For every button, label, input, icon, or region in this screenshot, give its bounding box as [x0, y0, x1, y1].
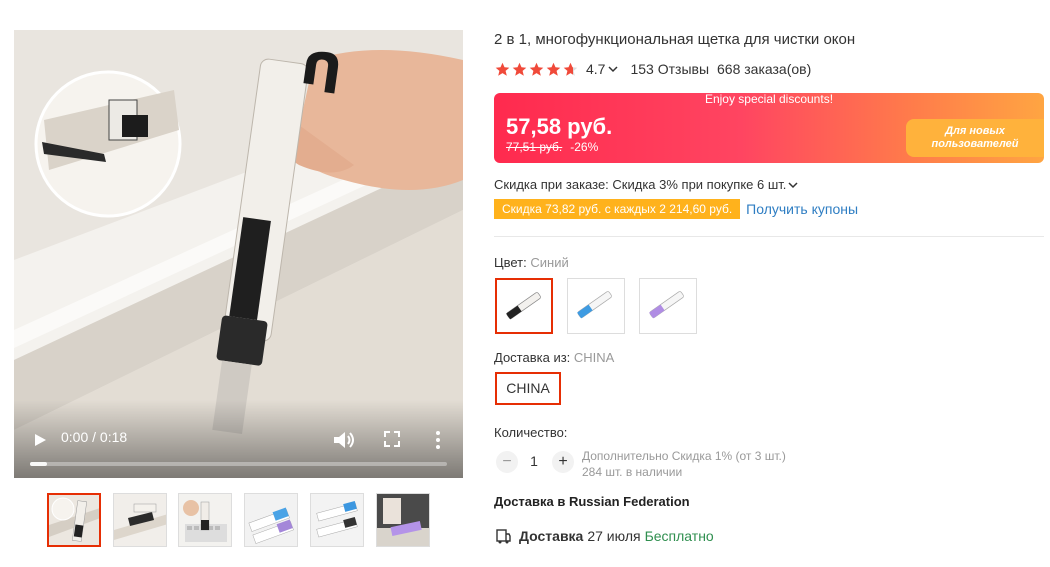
video-controls: 0:00 / 0:18: [14, 418, 463, 478]
old-price: 77,51 руб.: [506, 140, 563, 154]
color-label-text: Цвет:: [494, 255, 527, 270]
delivery-date: 27 июля: [587, 528, 641, 544]
get-coupons-link[interactable]: Получить купоны: [746, 201, 858, 217]
thumbnail-6[interactable]: [376, 493, 430, 547]
delivery-cost: Бесплатно: [644, 528, 714, 544]
rating-value: 4.7: [586, 61, 606, 77]
more-options-icon[interactable]: [434, 430, 442, 450]
star-icon: [546, 62, 561, 76]
swatch-blue[interactable]: [567, 278, 625, 334]
rating-row: 4.7 153 Отзывы 668 заказа(ов): [495, 59, 811, 79]
thumbnail-3-image: [179, 494, 231, 546]
thumbnail-1[interactable]: [47, 493, 101, 547]
thumbnail-5-image: [311, 494, 363, 546]
stock-count: 284 шт. в наличии: [582, 465, 683, 479]
star-icon: [563, 62, 578, 76]
swatch-purple[interactable]: [639, 278, 697, 334]
divider: [494, 236, 1044, 237]
price-banner: Enjoy special discounts! 57,58 руб. 77,5…: [494, 93, 1044, 163]
fullscreen-icon[interactable]: [384, 431, 400, 447]
discount-banner-text: Enjoy special discounts!: [704, 93, 834, 106]
quantity-increase-button[interactable]: +: [552, 451, 574, 473]
thumbnail-2-image: [114, 494, 166, 546]
old-price-row: 77,51 руб. -26%: [506, 140, 598, 154]
product-video[interactable]: 0:00 / 0:18: [14, 30, 463, 478]
color-value: Синий: [530, 255, 569, 270]
chevron-down-icon: [788, 181, 798, 188]
orders-count: 668 заказа(ов): [717, 61, 812, 77]
thumbnail-5[interactable]: [310, 493, 364, 547]
video-frame: [14, 30, 463, 478]
thumbnail-3[interactable]: [178, 493, 232, 547]
quantity-decrease-button[interactable]: −: [496, 451, 518, 473]
delivery-label: Доставка: [519, 528, 584, 544]
discount-percent: -26%: [570, 140, 599, 154]
star-icon: [495, 62, 510, 76]
quantity-label: Количество:: [494, 425, 568, 440]
extra-discount-note: Дополнительно Скидка 1% (от 3 шт.): [582, 449, 786, 463]
video-time: 0:00 / 0:18: [61, 429, 128, 445]
product-title: 2 в 1, многофункциональная щетка для чис…: [494, 31, 856, 48]
star-icon: [529, 62, 544, 76]
order-discount-text: Скидка при заказе: Скидка 3% при покупке…: [494, 177, 787, 192]
volume-icon[interactable]: [333, 430, 355, 450]
video-progress-bar[interactable]: [30, 462, 447, 466]
play-icon[interactable]: [33, 433, 47, 447]
thumbnail-4[interactable]: [244, 493, 298, 547]
ship-from-label-text: Доставка из:: [494, 350, 571, 365]
ship-from-label: Доставка из: CHINA: [494, 350, 614, 365]
thumbnail-4-image: [245, 494, 297, 546]
delivery-row: Доставка 27 июля Бесплатно: [496, 527, 714, 545]
swatch-black[interactable]: [495, 278, 553, 334]
video-progress-fill: [30, 462, 47, 466]
swatch-purple-image: [649, 291, 684, 319]
swatch-blue-image: [577, 291, 612, 319]
star-icon: [512, 62, 527, 76]
swatch-black-image: [506, 292, 541, 320]
quantity-value[interactable]: 1: [526, 453, 542, 469]
reviews-count[interactable]: 153 Отзывы: [630, 61, 709, 77]
rating-stars: [495, 62, 578, 77]
current-price: 57,58 руб.: [506, 114, 613, 139]
delivery-heading: Доставка в Russian Federation: [494, 494, 690, 509]
thumbnail-1-image: [49, 495, 99, 545]
ship-from-option-china[interactable]: CHINA: [495, 372, 561, 405]
new-user-badge[interactable]: Для новых пользователей: [906, 119, 1044, 157]
thumbnail-2[interactable]: [113, 493, 167, 547]
coupon-tag: Скидка 73,82 руб. с каждых 2 214,60 руб.: [494, 199, 741, 219]
rating-value-dropdown[interactable]: 4.7: [586, 61, 618, 77]
quantity-info: Дополнительно Скидка 1% (от 3 шт.) 284 ш…: [582, 448, 786, 480]
coupon-row: Скидка 73,82 руб. с каждых 2 214,60 руб.…: [494, 198, 858, 220]
delivery-icon: [496, 529, 511, 544]
color-label: Цвет: Синий: [494, 255, 569, 270]
ship-from-value: CHINA: [573, 350, 615, 365]
chevron-down-icon: [608, 66, 618, 73]
thumbnail-6-image: [377, 494, 429, 546]
order-discount[interactable]: Скидка при заказе: Скидка 3% при покупке…: [494, 177, 798, 192]
